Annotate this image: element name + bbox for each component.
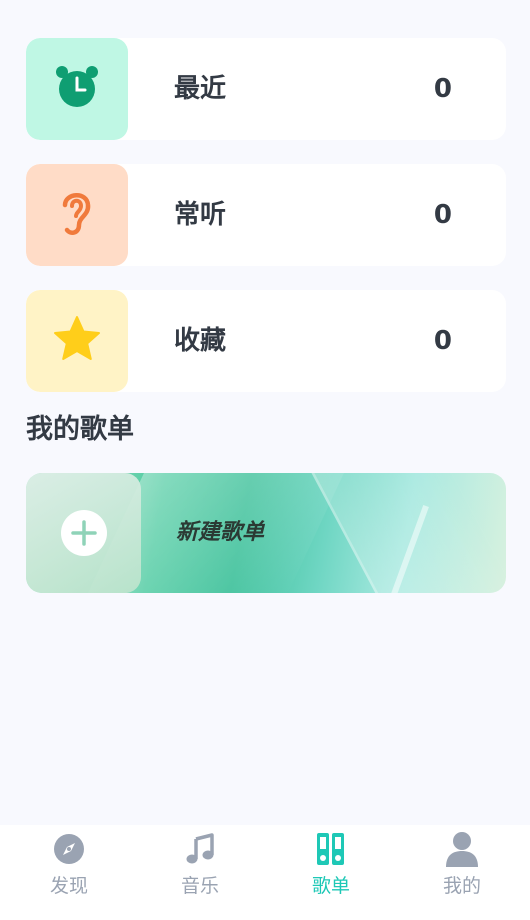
tab-mine-label: 我的 xyxy=(442,875,481,897)
ear-icon xyxy=(55,187,99,243)
favorites-label: 收藏 xyxy=(174,326,227,356)
recent-card[interactable]: 最近 0 xyxy=(26,38,506,140)
favorites-card[interactable]: 收藏 0 xyxy=(26,290,506,392)
tab-music[interactable]: 音乐 xyxy=(134,831,266,901)
frequent-card[interactable]: 常听 0 xyxy=(26,164,506,266)
new-playlist-tile xyxy=(26,473,141,593)
tab-discover[interactable]: 发现 xyxy=(3,831,135,901)
frequent-tile xyxy=(26,164,128,266)
star-icon xyxy=(52,315,102,367)
playlist-page: 最近 0 常听 0 收藏 0 我的歌单 新建歌单 发现 音乐 歌单 我的 xyxy=(0,0,530,920)
music-note-icon xyxy=(182,831,218,867)
recent-count: 0 xyxy=(433,74,452,104)
tab-playlist-label: 歌单 xyxy=(311,875,350,897)
new-playlist-label: 新建歌单 xyxy=(176,520,265,545)
tab-music-label: 音乐 xyxy=(180,875,219,897)
bottom-tab-bar: 发现 音乐 歌单 我的 xyxy=(0,825,530,920)
favorites-count: 0 xyxy=(433,326,452,356)
tab-discover-label: 发现 xyxy=(49,875,88,897)
new-playlist-button[interactable]: 新建歌单 xyxy=(26,473,506,593)
alarm-clock-icon xyxy=(53,63,101,115)
tab-playlist[interactable]: 歌单 xyxy=(265,831,397,901)
tab-mine[interactable]: 我的 xyxy=(396,831,528,901)
recent-tile xyxy=(26,38,128,140)
compass-icon xyxy=(51,831,87,867)
frequent-label: 常听 xyxy=(174,200,227,230)
frequent-count: 0 xyxy=(433,200,452,230)
plus-icon xyxy=(60,510,107,556)
user-icon xyxy=(444,831,480,867)
recent-label: 最近 xyxy=(174,74,227,104)
favorites-tile xyxy=(26,290,128,392)
my-playlists-heading: 我的歌单 xyxy=(26,414,134,445)
playlist-icon xyxy=(313,831,349,867)
